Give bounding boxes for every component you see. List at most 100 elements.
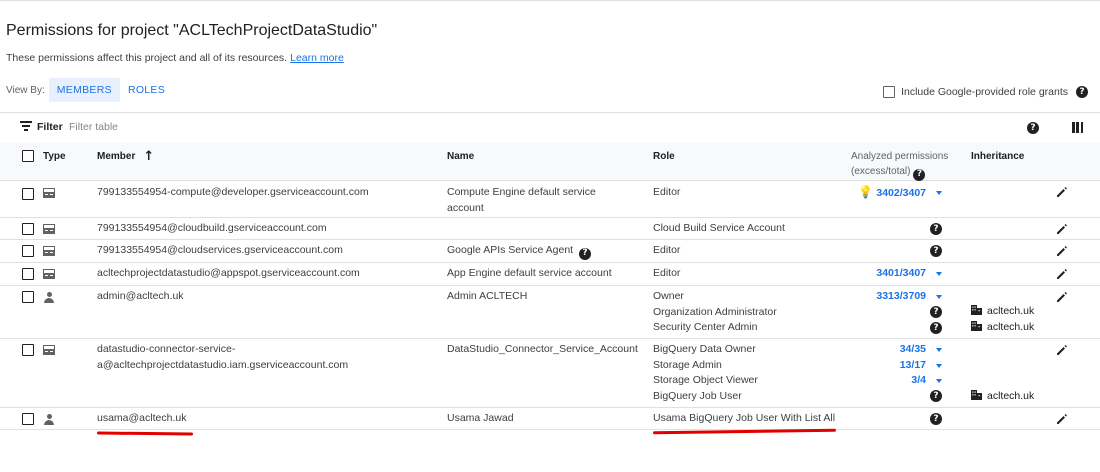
- view-by-members-button[interactable]: MEMBERS: [48, 78, 120, 102]
- inheritance-org[interactable]: acltech.uk: [971, 304, 1034, 320]
- member-email: acltechprojectdatastudio@appspot.gservic…: [97, 267, 360, 279]
- col-analyzed-line1: Analyzed permissions: [851, 151, 949, 162]
- table-row: datastudio-connector-service-a@acltechpr…: [0, 339, 1100, 408]
- user-icon: [44, 292, 54, 303]
- table-row: usama@acltech.uk Usama Jawad Usama BigQu…: [0, 408, 1100, 430]
- select-all-checkbox[interactable]: [22, 150, 34, 162]
- help-icon[interactable]: ?: [930, 245, 942, 257]
- role-label: Security Center Admin: [653, 321, 758, 333]
- lightbulb-recommendation-icon[interactable]: 💡: [858, 185, 873, 201]
- filter-input[interactable]: [69, 118, 369, 136]
- sort-ascending-icon[interactable]: ↑: [143, 150, 154, 163]
- learn-more-link[interactable]: Learn more: [290, 52, 344, 64]
- edit-pencil-icon[interactable]: [1056, 245, 1068, 257]
- table-row: acltechprojectdatastudio@appspot.gservic…: [0, 263, 1100, 286]
- expand-caret-icon[interactable]: [936, 348, 942, 352]
- include-google-grants[interactable]: Include Google-provided role grants ?: [883, 86, 1088, 98]
- service-account-icon: [43, 188, 55, 198]
- row-checkbox[interactable]: [22, 245, 34, 257]
- help-icon[interactable]: ?: [1027, 122, 1039, 134]
- role-label: Organization Administrator: [653, 305, 777, 318]
- row-checkbox[interactable]: [22, 188, 34, 200]
- col-analyzed-line2: (excess/total): [851, 166, 911, 177]
- table-row: admin@acltech.uk Admin ACLTECH Owner Orga…: [0, 286, 1100, 339]
- filter-label: Filter: [37, 121, 63, 133]
- edit-pencil-icon[interactable]: [1056, 291, 1068, 303]
- edit-pencil-icon[interactable]: [1056, 413, 1068, 425]
- filter-bar: Filter ?: [0, 113, 1100, 143]
- member-email: 799133554954@cloudservices.gserviceaccou…: [97, 244, 343, 256]
- user-icon: [44, 414, 54, 425]
- name-line: Google APIs Service Agent: [447, 244, 574, 256]
- col-member[interactable]: Member ↑: [97, 149, 437, 165]
- include-google-grants-checkbox[interactable]: [883, 86, 896, 98]
- expand-caret-icon[interactable]: [936, 272, 942, 276]
- help-icon[interactable]: ?: [930, 413, 942, 425]
- view-by-roles-button[interactable]: ROLES: [120, 78, 173, 102]
- member-display-name: Compute Engine default service account: [447, 185, 642, 216]
- help-icon[interactable]: ?: [913, 168, 926, 181]
- help-icon[interactable]: ?: [579, 247, 591, 260]
- member-display-name: Admin ACLTECH: [447, 290, 528, 302]
- page-title: Permissions for project "ACLTechProjectD…: [6, 22, 378, 39]
- col-analyzed-permissions: Analyzed permissions (excess/total)?: [851, 149, 961, 181]
- red-underline-annotation: [96, 431, 194, 436]
- expand-caret-icon[interactable]: [936, 191, 942, 195]
- row-checkbox[interactable]: [22, 344, 34, 356]
- permission-count-link[interactable]: 13/17: [840, 358, 926, 374]
- row-checkbox[interactable]: [22, 291, 34, 303]
- row-checkbox[interactable]: [22, 413, 34, 425]
- edit-pencil-icon[interactable]: [1056, 344, 1068, 356]
- member-line: a@acltechprojectdatastudio.iam.gservicea…: [97, 358, 349, 371]
- include-google-grants-label: Include Google-provided role grants: [901, 86, 1068, 98]
- help-icon[interactable]: ?: [930, 306, 942, 318]
- table-row: 799133554954-compute@developer.gservicea…: [0, 181, 1100, 218]
- col-type: Type: [43, 151, 66, 162]
- row-checkbox[interactable]: [22, 268, 34, 280]
- filter-icon[interactable]: [20, 121, 32, 131]
- service-account-icon: [43, 345, 55, 355]
- help-icon[interactable]: ?: [930, 390, 942, 402]
- role-label: Owner: [653, 290, 684, 302]
- permission-count-link[interactable]: 34/35: [840, 342, 926, 358]
- permission-count-link[interactable]: 💡 3402/3407: [840, 185, 926, 202]
- role-label: Cloud Build Service Account: [653, 222, 785, 234]
- help-icon[interactable]: ?: [930, 322, 942, 334]
- perm-value: 3402/3407: [876, 187, 926, 199]
- role-label: Storage Object Viewer: [653, 374, 758, 386]
- col-inheritance: Inheritance: [971, 151, 1025, 162]
- permission-count-link[interactable]: 3/4: [840, 373, 926, 389]
- help-icon[interactable]: ?: [1076, 86, 1088, 98]
- permission-count-link[interactable]: 3401/3407: [840, 266, 926, 282]
- column-display-icon[interactable]: [1072, 122, 1083, 133]
- role-label: Editor: [653, 244, 681, 256]
- member-email: usama@acltech.uk: [97, 412, 187, 424]
- inheritance-org[interactable]: acltech.uk: [971, 389, 1034, 405]
- edit-pencil-icon[interactable]: [1056, 223, 1068, 235]
- member-line: datastudio-connector-service-: [97, 343, 236, 355]
- inheritance-org[interactable]: acltech.uk: [971, 320, 1034, 336]
- row-checkbox[interactable]: [22, 223, 34, 235]
- member-email: admin@acltech.uk: [97, 290, 184, 302]
- role-list: BigQuery Data Owner Storage Admin Storage …: [653, 342, 843, 404]
- view-by-label: View By:: [6, 84, 45, 96]
- expand-caret-icon[interactable]: [936, 295, 942, 299]
- member-display-name: App Engine default service account: [447, 267, 612, 279]
- help-icon[interactable]: ?: [930, 223, 942, 235]
- view-by-toggle: View By: MEMBERS ROLES: [6, 78, 173, 102]
- role-label: Usama BigQuery Job User With List All: [653, 412, 836, 424]
- member-email: datastudio-connector-service-a@acltechpr…: [97, 342, 437, 373]
- edit-pencil-icon[interactable]: [1056, 186, 1068, 198]
- table-row: 799133554954@cloudservices.gserviceaccou…: [0, 240, 1100, 263]
- service-account-icon: [43, 246, 55, 256]
- edit-pencil-icon[interactable]: [1056, 268, 1068, 280]
- role-label: Storage Admin: [653, 358, 722, 371]
- permission-count-link[interactable]: 3313/3709: [840, 289, 926, 305]
- col-member-label: Member: [97, 151, 136, 162]
- organization-icon: [971, 321, 982, 331]
- organization-icon: [971, 305, 982, 315]
- col-role: Role: [653, 151, 675, 162]
- table-row: 799133554954@cloudbuild.gserviceaccount.…: [0, 218, 1100, 240]
- expand-caret-icon[interactable]: [936, 379, 942, 383]
- expand-caret-icon[interactable]: [936, 363, 942, 368]
